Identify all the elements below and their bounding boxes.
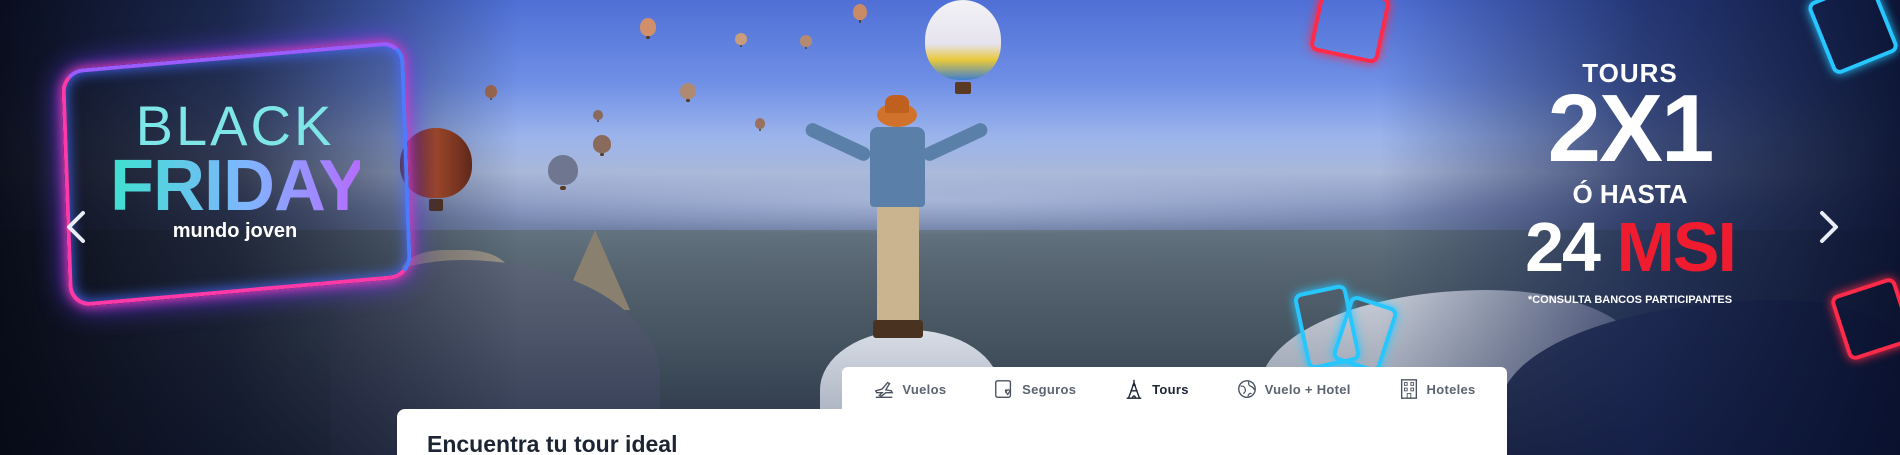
promo-msi-number: 24 [1525,208,1601,286]
search-panel: Encuentra tu tour ideal [397,409,1507,455]
hot-air-balloon [548,155,578,191]
promo-fine-print: *CONSULTA BANCOS PARTICIPANTES [1527,294,1733,306]
hot-air-balloon [640,18,656,40]
hot-air-balloon [800,35,812,50]
hot-air-balloon [593,135,611,157]
tab-seguros[interactable]: Seguros [981,367,1088,411]
chevron-left-icon [67,211,85,243]
tab-hoteles[interactable]: Hoteles [1386,367,1488,411]
hot-air-balloon [593,110,603,122]
tab-vuelo-hotel[interactable]: Vuelo + Hotel [1224,367,1363,411]
plane-icon [875,381,894,398]
building-icon [1400,379,1417,399]
hot-air-balloon [853,4,867,23]
tab-label: Vuelo + Hotel [1264,381,1351,397]
tab-label: Hoteles [1426,381,1476,397]
promo-msi: 24 MSI [1480,210,1780,284]
tab-label: Vuelos [902,381,947,397]
hot-air-balloon [680,83,696,102]
tab-vuelos[interactable]: Vuelos [861,367,958,411]
chevron-right-icon [1820,211,1838,243]
friday-label: FRIDAY [110,146,366,226]
promo-msi-label: MSI [1616,208,1736,286]
hero-banner: BLACK FRIDAY mundo joven TOURS 2X1 Ó HAS… [0,0,1900,455]
tab-tours[interactable]: Tours [1111,367,1201,411]
promo-hasta-label: Ó HASTA [1572,179,1688,209]
promo-block: TOURS 2X1 Ó HASTA 24 MSI *CONSULTA BANCO… [1480,58,1780,306]
suitcase-icon [1308,0,1392,65]
search-panel-title: Encuentra tu tour ideal [427,431,678,455]
tab-label: Seguros [1022,381,1077,397]
tab-label: Tours [1152,381,1189,397]
globe-icon [1237,380,1256,398]
carousel-prev-button[interactable] [63,210,89,244]
traveler-figure [803,95,990,345]
hot-air-balloon [925,0,1001,95]
promo-offer: 2X1 [1547,75,1715,182]
black-friday-logo: BLACK FRIDAY mundo joven [110,98,366,243]
search-tabs: Vuelos Seguros Tours Vuelo + Hotel Hotel… [842,367,1507,411]
hot-air-balloon [735,33,747,48]
insurance-icon [995,380,1012,398]
carousel-next-button[interactable] [1816,210,1842,244]
hot-air-balloon [755,118,765,131]
eiffel-tower-icon [1126,379,1142,399]
